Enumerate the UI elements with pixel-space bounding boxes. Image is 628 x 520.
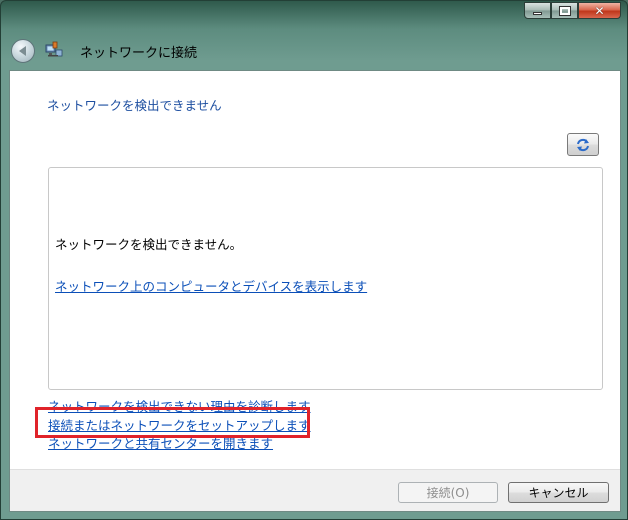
connect-button[interactable]: 接続(O) — [398, 482, 498, 503]
refresh-button[interactable] — [567, 133, 599, 156]
maximize-button[interactable] — [551, 2, 578, 19]
cancel-button[interactable]: キャンセル — [508, 482, 609, 503]
no-networks-message: ネットワークを検出できません。 — [55, 237, 243, 252]
client-area: ネットワークを検出できません ネットワークを検出できません。 ネットワーク上のコ… — [9, 70, 621, 512]
back-arrow-icon — [18, 46, 26, 56]
minimize-icon — [533, 12, 542, 15]
minimize-button[interactable] — [524, 2, 551, 19]
view-computers-devices-link[interactable]: ネットワーク上のコンピュータとデバイスを表示します — [55, 276, 367, 295]
network-connect-icon — [45, 41, 63, 57]
maximize-icon — [558, 5, 571, 16]
connect-to-network-window: ✕ ネットワークに接続 ネットワークを検出できません ネットワークを検出できませ… — [0, 0, 628, 520]
window-title: ネットワークに接続 — [80, 46, 198, 61]
close-button[interactable]: ✕ — [578, 2, 621, 19]
highlight-box — [35, 407, 310, 438]
window-controls: ✕ — [524, 2, 621, 19]
back-button[interactable] — [11, 39, 35, 63]
page-heading: ネットワークを検出できません — [47, 98, 222, 113]
close-icon: ✕ — [594, 3, 605, 18]
refresh-icon — [577, 138, 589, 151]
network-list[interactable]: ネットワークを検出できません。 ネットワーク上のコンピュータとデバイスを表示しま… — [48, 167, 603, 390]
